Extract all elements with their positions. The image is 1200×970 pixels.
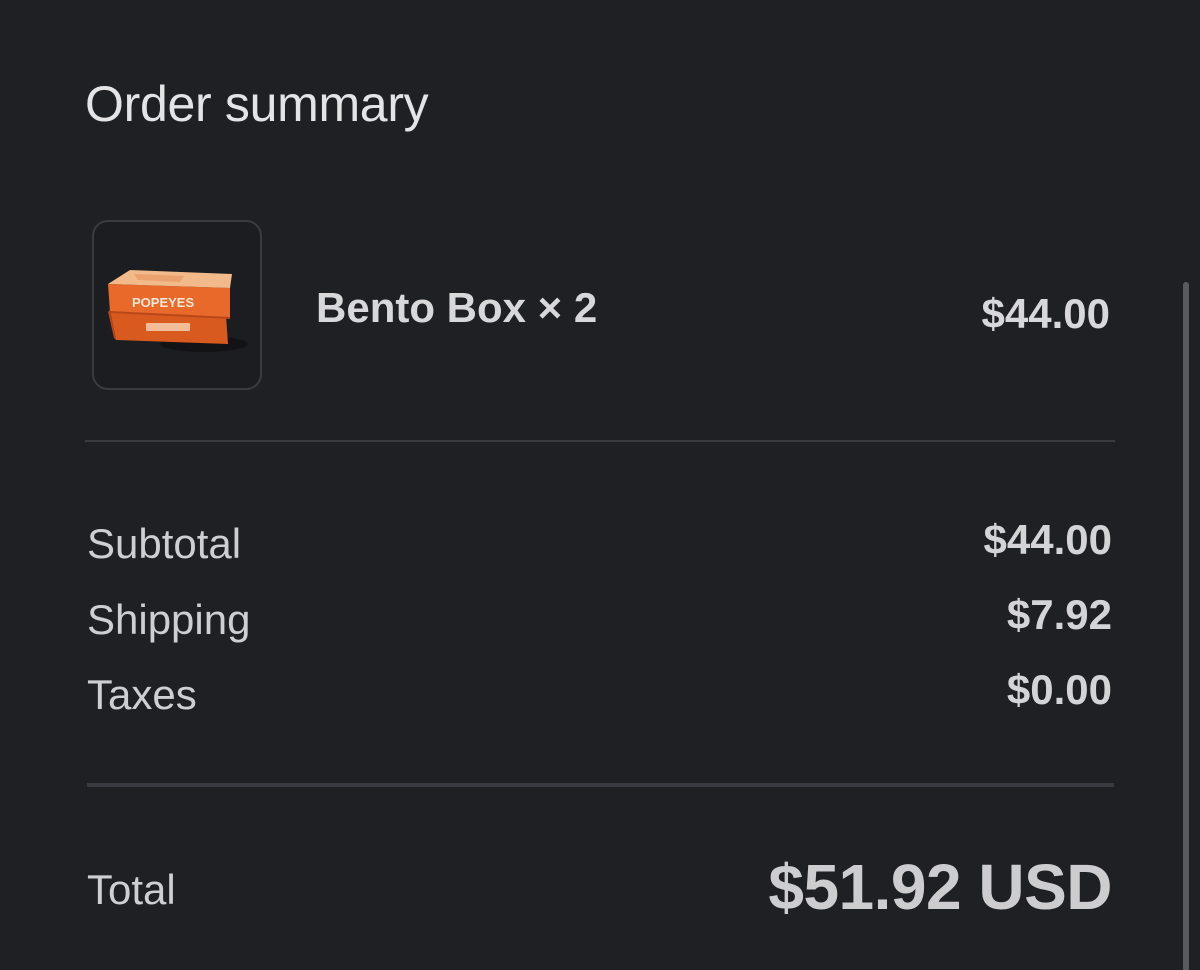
bento-box-image: POPEYES [108,270,248,352]
total-label: Total [87,866,176,913]
popeyes-logo: POPEYES [132,295,194,310]
total-value: $51.92 USD [768,851,1112,923]
scrollbar[interactable] [1183,282,1189,970]
line-item-price: $44.00 [981,290,1110,337]
subtotal-value: $44.00 [983,516,1112,563]
line-item-name: Bento Box × 2 [316,284,598,331]
taxes-label: Taxes [87,671,197,718]
taxes-value: $0.00 [1006,666,1112,713]
divider [85,440,1115,442]
shipping-label: Shipping [87,596,251,643]
product-thumbnail: POPEYES [92,220,262,390]
divider [87,783,1114,787]
subtotal-label: Subtotal [87,520,242,567]
shipping-value: $7.92 [1006,591,1112,638]
order-summary-title: Order summary [85,76,429,132]
